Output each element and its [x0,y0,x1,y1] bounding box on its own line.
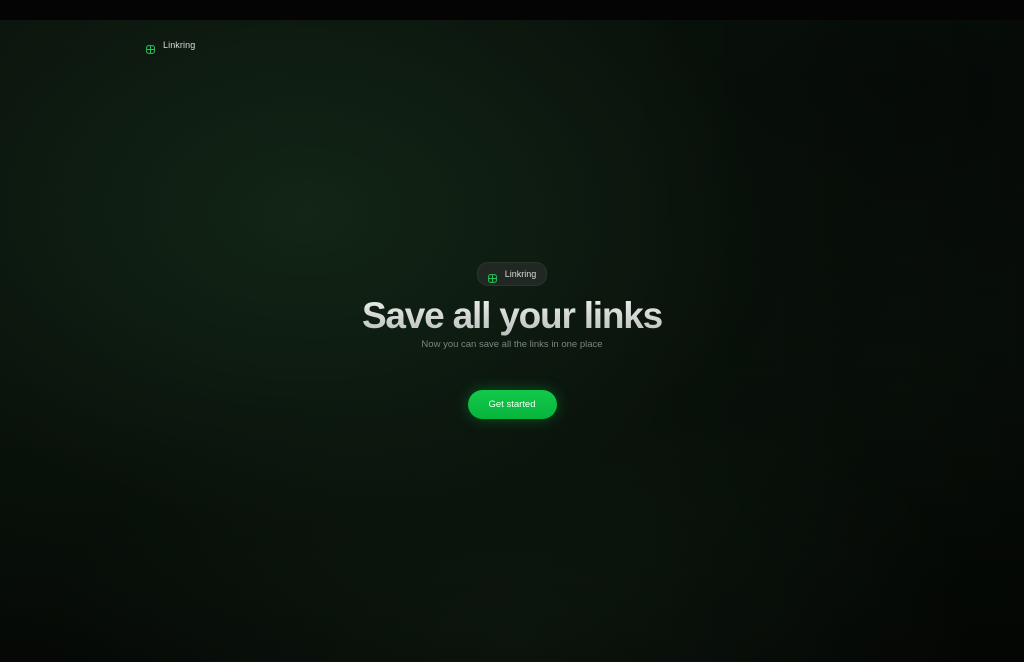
brand-badge: Linkring [476,262,548,286]
hero-title: Save all your links [361,295,663,336]
link-ring-icon [487,270,497,283]
top-bar [0,0,1024,20]
brand-name: Linkring [163,40,196,50]
badge-label: Linkring [504,269,537,279]
hero-subtitle: Now you can save all the links in one pl… [421,339,603,350]
landing-page: Linkring Linkring Save all your links No… [0,0,1024,662]
link-ring-icon [146,41,155,54]
hero-section: Linkring Save all your links Now you can… [0,262,1024,419]
brand-logo-link[interactable]: Linkring [146,40,196,54]
get-started-button[interactable]: Get started [467,390,557,419]
